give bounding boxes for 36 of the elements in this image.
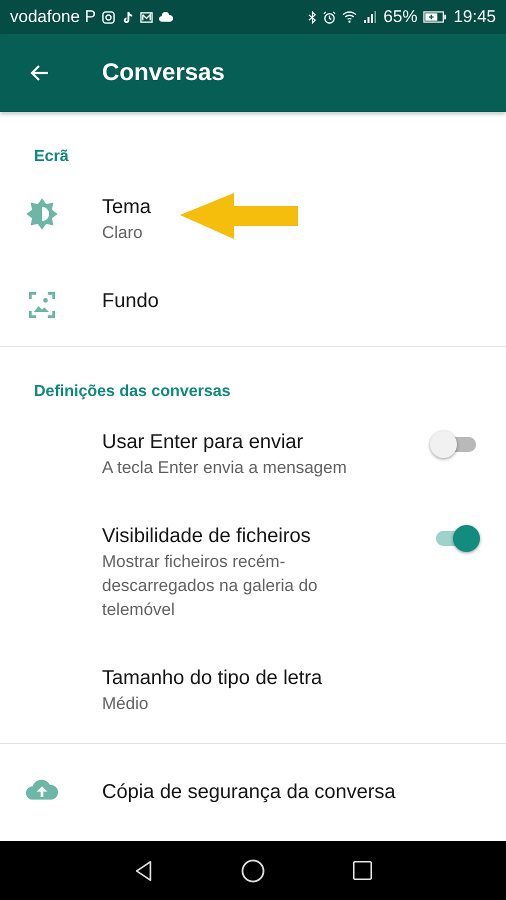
screen-title: Conversas [102,59,225,87]
item-subtitle: Mostrar ficheiros recém-descarregados na galeria do telemóvel [102,551,318,621]
brightness-icon [25,197,59,231]
wallpaper-icon [28,291,56,319]
mail-icon [140,10,154,24]
item-title: Fundo [102,289,159,314]
bluetooth-icon [308,10,318,24]
battery-icon [423,11,448,23]
settings-item[interactable]: Usar Enter para enviar A tecla Enter envia a mensagem [0,407,506,501]
music-note-icon [121,10,134,24]
item-subtitle: A tecla Enter envia a mensagem [102,457,348,479]
settings-item[interactable]: Cópia de segurança da conversa [0,744,506,827]
settings-item[interactable]: Visibilidade de ficheiros Mostrar ficheiros recém-descarregados na galeria do telemóvel [0,501,506,643]
cloud-icon [159,12,174,22]
cloud-upload-icon [26,778,58,800]
item-subtitle: Médio [102,693,150,715]
battery-percent: 65% [383,7,418,27]
item-subtitle: Claro [102,222,144,244]
alarm-icon [323,10,336,24]
item-title: Cópia de segurança da conversa [102,780,396,805]
recents-icon[interactable] [352,860,373,881]
camera-icon [102,10,116,24]
item-title: Visibilidade de ficheiros [102,524,311,549]
section-header: Definições das conversas [33,382,232,402]
clock-time: 19:45 [453,7,496,27]
settings-item[interactable]: Tema Claro [0,172,506,266]
home-icon[interactable] [241,858,266,882]
carrier-name: vodafone P [10,7,96,27]
item-title: Usar Enter para enviar [102,430,304,455]
signal-icon [363,11,378,23]
wifi-icon [342,11,358,23]
settings-item[interactable]: Fundo [0,266,506,340]
section-header: Ecrã [33,147,70,167]
item-title: Tema [102,195,151,220]
item-title: Tamanho do tipo de letra [102,666,322,691]
settings-item[interactable]: Tamanho do tipo de letra Médio [0,643,506,737]
